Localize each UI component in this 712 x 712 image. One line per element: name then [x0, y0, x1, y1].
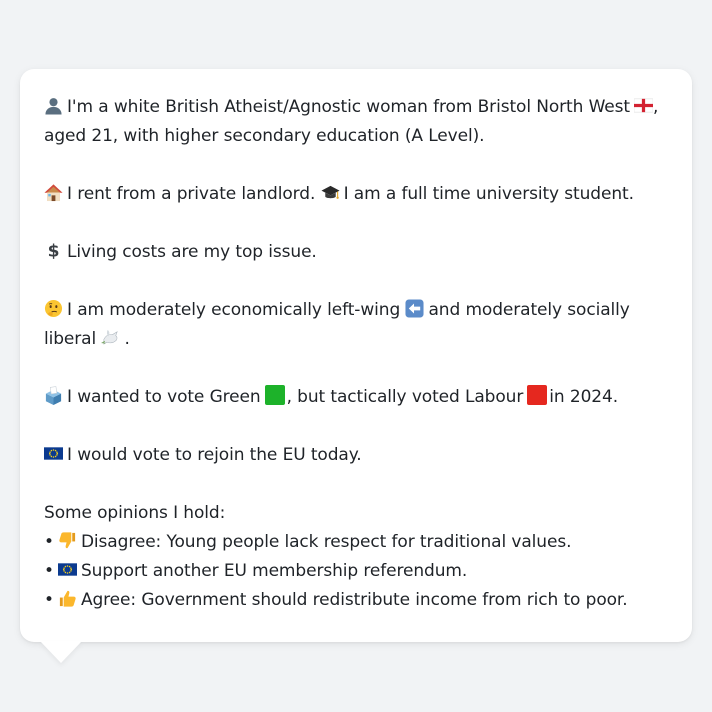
thumbs-up-icon [58, 589, 77, 608]
opinion-item: • Agree: Government should redistribute i… [44, 586, 668, 615]
red-square-icon [527, 385, 548, 405]
ballot-box-icon [44, 386, 63, 405]
opinion-item: • Support another EU membership referendu… [44, 557, 668, 586]
housing-paragraph: I rent from a private landlord. I am a f… [44, 180, 668, 209]
bullet: • [44, 532, 54, 552]
bubble-tail [40, 641, 82, 663]
left-arrow-icon [405, 299, 424, 318]
eu-flag-icon [57, 560, 77, 579]
top-issue-text: Living costs are my top issue. [67, 242, 317, 262]
dove-icon [101, 328, 120, 347]
economic-text: I am moderately economically left-wing [67, 300, 401, 320]
ideology-end: . [124, 329, 130, 349]
house-icon [44, 183, 63, 202]
opinion-text: Support another EU membership referendum… [80, 561, 468, 581]
green-square-icon [264, 385, 285, 405]
opinions-heading: Some opinions I hold: [44, 503, 226, 523]
labour-vote-text: , but tactically voted Labour [286, 387, 524, 407]
identity-text: I'm a white British Atheist/Agnostic wom… [67, 97, 630, 117]
ideology-paragraph: I am moderately economically left-wing a… [44, 296, 668, 354]
identity-paragraph: I'm a white British Atheist/Agnostic wom… [44, 93, 668, 151]
dollar-sign-icon: $ [44, 241, 63, 260]
housing-text: I rent from a private landlord. [67, 184, 316, 204]
vote-year-text: in 2024. [549, 387, 619, 407]
eu-flag-icon [44, 444, 63, 463]
eu-text: I would vote to rejoin the EU today. [67, 445, 362, 465]
england-flag-icon [634, 96, 653, 115]
graduation-cap-icon [321, 183, 340, 202]
top-issue-paragraph: $ Living costs are my top issue. [44, 238, 668, 267]
student-text: I am a full time university student. [343, 184, 634, 204]
opinion-item: • Disagree: Young people lack respect for… [44, 528, 668, 557]
person-icon [44, 96, 63, 115]
opinion-text: Disagree: Young people lack respect for … [80, 532, 572, 552]
opinion-text: Agree: Government should redistribute in… [80, 590, 628, 610]
profile-message-bubble: I'm a white British Atheist/Agnostic wom… [20, 69, 692, 642]
eu-paragraph: I would vote to rejoin the EU today. [44, 441, 668, 470]
thumbs-down-icon [58, 531, 77, 550]
svg-text:$: $ [48, 242, 60, 260]
bullet: • [44, 590, 54, 610]
thinking-face-icon [44, 299, 63, 318]
green-vote-text: I wanted to vote Green [67, 387, 261, 407]
bullet: • [44, 561, 54, 581]
vote-paragraph: I wanted to vote Green , but tactically v… [44, 383, 668, 412]
